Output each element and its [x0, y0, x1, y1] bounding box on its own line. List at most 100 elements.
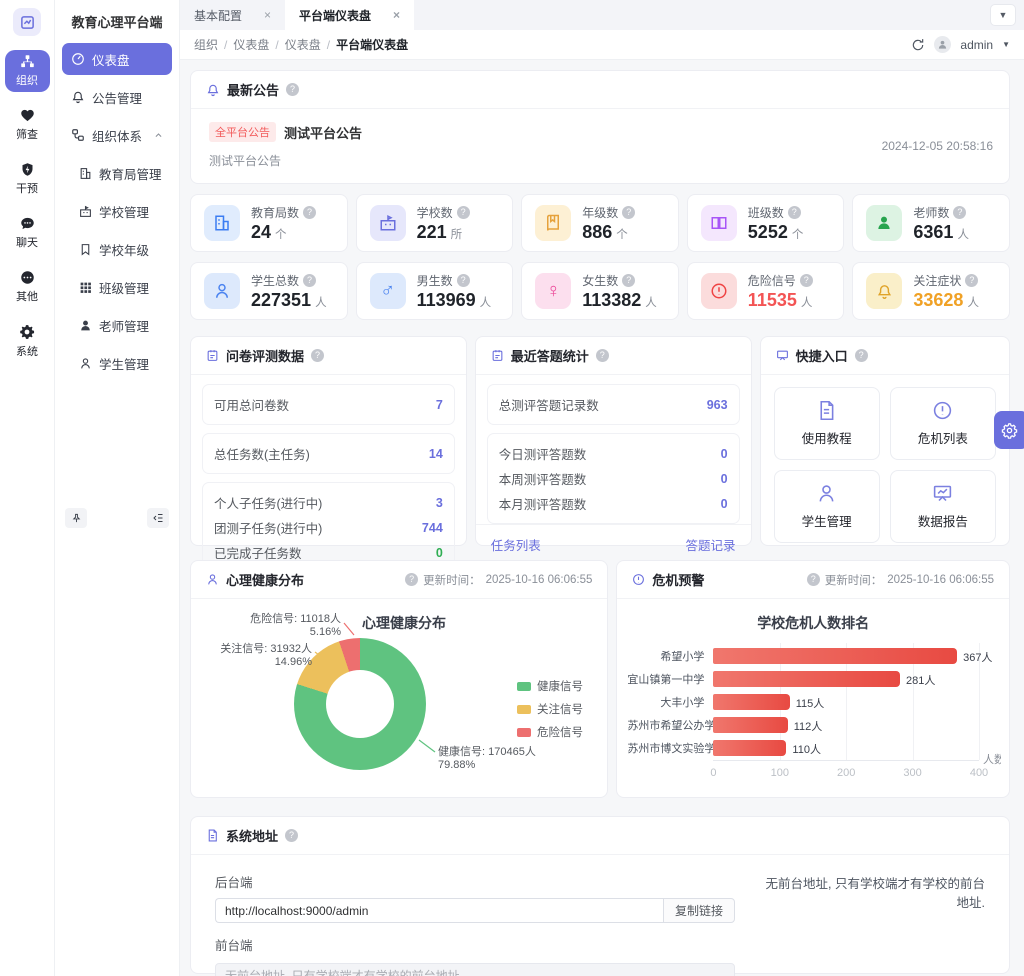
chevron-down-icon[interactable]: ▼	[1002, 40, 1010, 49]
bookmark-icon	[79, 243, 92, 256]
help-icon[interactable]: ?	[303, 206, 316, 219]
pin-sidebar-button[interactable]	[65, 508, 87, 528]
bar-row: 苏州市博文实验学校110人	[627, 737, 979, 759]
stat-teacher-count: 老师数? 6361人	[852, 194, 1010, 252]
stat-male-count: ♂ 男生数? 113969人	[356, 262, 514, 320]
user-name[interactable]: admin	[960, 38, 993, 52]
kv-row: 总测评答题记录数963	[499, 392, 728, 417]
help-icon[interactable]: ?	[596, 349, 609, 362]
rail-item-screening[interactable]: 筛查	[5, 104, 50, 146]
rail-item-system[interactable]: 系统	[5, 320, 50, 362]
grid-icon	[79, 281, 92, 294]
refresh-icon[interactable]	[911, 38, 925, 52]
quick-student-mgmt-button[interactable]: 学生管理	[774, 470, 880, 543]
sidebar-item-teacher-mgmt[interactable]: 老师管理	[62, 309, 172, 341]
help-icon[interactable]: ?	[622, 206, 635, 219]
student-icon	[204, 273, 240, 309]
backend-url-input[interactable]	[215, 898, 663, 923]
bell-icon	[206, 83, 220, 97]
help-icon[interactable]: ?	[953, 206, 966, 219]
frontend-label: 前台端	[215, 935, 735, 954]
help-icon[interactable]: ?	[788, 206, 801, 219]
tab-basic-config[interactable]: 基本配置×	[180, 0, 285, 30]
pin-icon	[71, 513, 82, 524]
announcement-date: 2024-12-05 20:58:16	[882, 139, 993, 153]
answer-stats-card: 最近答题统计 ? 总测评答题记录数963 今日测评答题数0 本周测评答题数0 本…	[475, 336, 752, 546]
sidebar-item-school-mgmt[interactable]: 学校管理	[62, 195, 172, 227]
gear-icon	[19, 324, 35, 340]
help-icon[interactable]: ?	[285, 829, 298, 842]
close-tab-icon[interactable]: ×	[393, 8, 400, 22]
rail-item-chat[interactable]: 聊天	[5, 212, 50, 254]
bell-icon	[866, 273, 902, 309]
rail-item-intervention[interactable]: 干预	[5, 158, 50, 200]
quick-tutorial-button[interactable]: 使用教程	[774, 387, 880, 460]
org-icon	[20, 54, 35, 69]
answer-records-link[interactable]: 答题记录	[686, 535, 736, 554]
settings-float-button[interactable]	[994, 411, 1024, 449]
help-icon[interactable]: ?	[286, 83, 299, 96]
quick-data-report-button[interactable]: 数据报告	[890, 470, 996, 543]
alert-circle-icon	[632, 573, 645, 586]
breadcrumb[interactable]: 仪表盘	[285, 36, 321, 53]
rail-item-other[interactable]: 其他	[5, 266, 50, 308]
help-icon[interactable]: ?	[855, 349, 868, 362]
help-icon[interactable]: ?	[405, 573, 418, 586]
frontend-url-input[interactable]	[215, 963, 735, 976]
sidebar-item-class-mgmt[interactable]: 班级管理	[62, 271, 172, 303]
sidebar-item-bureau-mgmt[interactable]: 教育局管理	[62, 157, 172, 189]
help-icon[interactable]: ?	[457, 274, 470, 287]
quick-crisis-list-button[interactable]: 危机列表	[890, 387, 996, 460]
card-title: 系统地址	[226, 826, 278, 845]
bar-row: 希望小学367人	[627, 645, 979, 667]
help-icon[interactable]: ?	[965, 274, 978, 287]
close-tab-icon[interactable]: ×	[264, 8, 271, 22]
sidebar-item-announcements[interactable]: 公告管理	[62, 81, 172, 113]
sidebar-group-org-system[interactable]: 组织体系	[62, 119, 172, 151]
breadcrumb[interactable]: 仪表盘	[233, 36, 269, 53]
bar[interactable]	[713, 717, 787, 733]
task-list-link[interactable]: 任务列表	[491, 535, 541, 554]
help-icon[interactable]: ?	[807, 573, 820, 586]
help-icon[interactable]: ?	[303, 274, 316, 287]
copy-link-button[interactable]: 复制链接	[663, 898, 735, 923]
legend-item[interactable]: 关注信号	[517, 701, 583, 717]
app-logo-icon[interactable]	[13, 8, 41, 36]
survey-data-card: 问卷评测数据 ? 可用总问卷数7 总任务数(主任务)14 个人子任务(进行中)3…	[190, 336, 467, 546]
bar[interactable]	[713, 694, 789, 710]
legend-item[interactable]: 危险信号	[517, 724, 583, 740]
person-outline-icon	[79, 357, 92, 370]
sidebar-item-school-grade[interactable]: 学校年级	[62, 233, 172, 265]
breadcrumb-current: 平台端仪表盘	[336, 36, 408, 53]
sidebar-item-student-mgmt[interactable]: 学生管理	[62, 347, 172, 379]
person-outline-icon	[206, 573, 219, 586]
help-icon[interactable]: ?	[800, 274, 813, 287]
rail-item-org[interactable]: 组织	[5, 50, 50, 92]
stat-school-count: 学校数? 221所	[356, 194, 514, 252]
sidebar-item-dashboard[interactable]: 仪表盘	[62, 43, 172, 75]
sidebar: 教育心理平台端 仪表盘 公告管理 组织体系 教育局管理 学校管理 学校年级	[55, 0, 180, 976]
kv-row: 可用总问卷数7	[214, 392, 443, 417]
collapse-sidebar-button[interactable]	[147, 508, 169, 528]
mental-health-donut-chart: 心理健康分布 危险信号: 11018人5.16% 关注信号: 31932人14.…	[191, 599, 607, 797]
help-icon[interactable]: ?	[311, 349, 324, 362]
bar[interactable]	[713, 648, 957, 664]
bar[interactable]	[713, 740, 786, 756]
card-title: 快捷入口	[796, 346, 848, 365]
quick-entry-card: 快捷入口 ? 使用教程 危机列表	[760, 336, 1010, 546]
stat-bureau-count: 教育局数? 24个	[190, 194, 348, 252]
help-icon[interactable]: ?	[457, 206, 470, 219]
breadcrumb[interactable]: 组织	[194, 36, 218, 53]
tab-platform-dashboard[interactable]: 平台端仪表盘×	[285, 0, 414, 30]
announcement-title[interactable]: 测试平台公告	[284, 123, 362, 142]
bar[interactable]	[713, 671, 900, 687]
help-icon[interactable]: ?	[622, 274, 635, 287]
tab-list-dropdown-button[interactable]: ▼	[990, 4, 1016, 26]
legend-item[interactable]: 健康信号	[517, 678, 583, 694]
announcement-desc: 测试平台公告	[209, 152, 991, 169]
person-fill-icon	[79, 319, 92, 332]
chat-icon	[20, 216, 35, 231]
system-address-card: 系统地址 ? 后台端 复制链接 前台端 无前台地址, 只有学校端才有学校的前台地…	[190, 816, 1010, 974]
bar-row: 苏州市希望公办学校112人	[627, 714, 979, 736]
avatar[interactable]	[934, 36, 951, 53]
